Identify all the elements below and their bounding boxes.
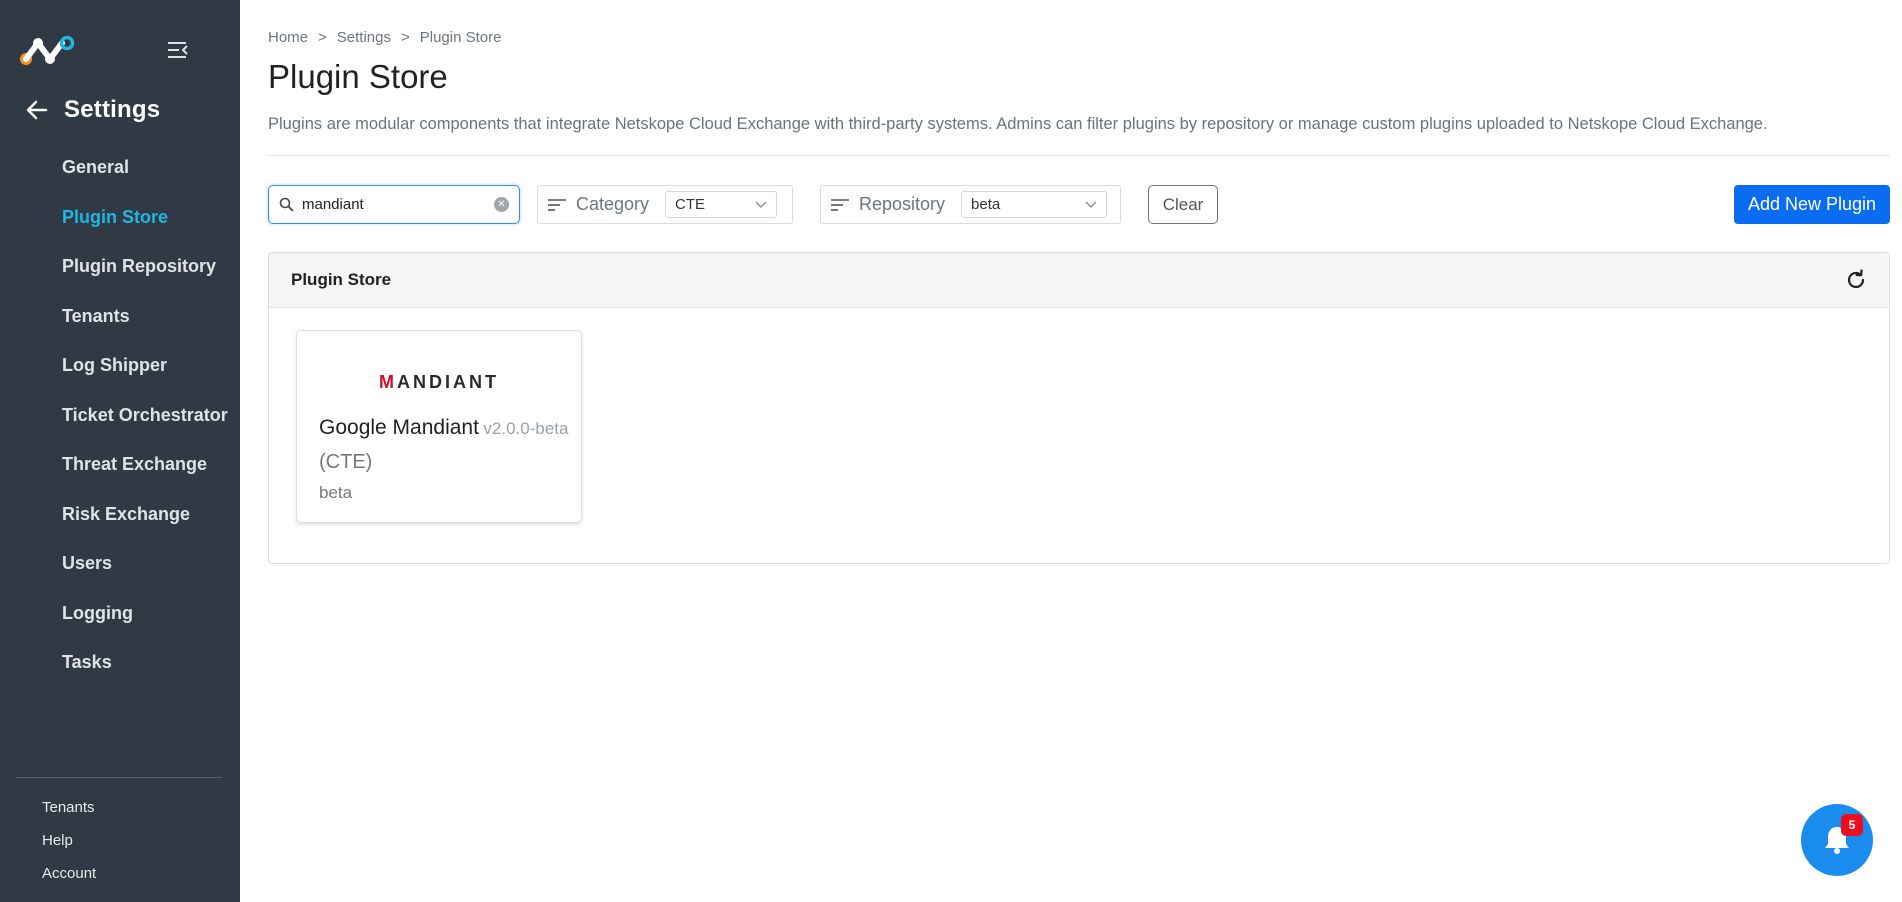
panel-title: Plugin Store	[291, 270, 392, 289]
sidebar-item-tenants[interactable]: Tenants	[62, 301, 228, 351]
plugin-version: v2.0.0-beta	[483, 419, 569, 438]
chevron-down-icon	[1085, 201, 1097, 208]
sidebar-item-risk-exchange[interactable]: Risk Exchange	[62, 499, 228, 549]
sidebar-item-plugin-repository[interactable]: Plugin Repository	[62, 251, 228, 301]
plugin-store-panel: Plugin Store MANDIANT Google Mandiant v2…	[268, 252, 1890, 564]
plugin-repository: beta	[319, 483, 353, 502]
breadcrumb-separator: >	[400, 29, 410, 46]
search-input[interactable]: mandiant	[302, 196, 494, 213]
page-title: Plugin Store	[268, 58, 448, 95]
search-icon	[279, 197, 294, 212]
footer-link-account[interactable]: Account	[42, 863, 96, 896]
footer-link-tenants[interactable]: Tenants	[42, 797, 96, 830]
breadcrumb-settings[interactable]: Settings	[337, 29, 391, 46]
breadcrumb: Home > Settings > Plugin Store	[268, 29, 501, 46]
sidebar: Settings General Plugin Store Plugin Rep…	[0, 0, 240, 902]
breadcrumb-home[interactable]: Home	[268, 29, 308, 46]
sidebar-item-ticket-orchestrator[interactable]: Ticket Orchestrator	[62, 400, 228, 450]
repository-label: Repository	[859, 194, 946, 214]
repository-select[interactable]: beta	[961, 191, 1108, 218]
page-description: Plugins are modular components that inte…	[268, 115, 1768, 133]
plugin-card[interactable]: MANDIANT Google Mandiant v2.0.0-beta (CT…	[296, 330, 582, 523]
sidebar-item-general[interactable]: General	[62, 152, 228, 202]
sidebar-item-threat-exchange[interactable]: Threat Exchange	[62, 449, 228, 499]
panel-header: Plugin Store	[269, 253, 1889, 308]
filter-icon	[548, 198, 566, 211]
plugin-category: (CTE)	[319, 451, 373, 473]
notification-count-badge: 5	[1841, 814, 1863, 836]
netskope-logo[interactable]	[20, 35, 78, 67]
settings-nav: General Plugin Store Plugin Repository T…	[62, 152, 228, 697]
category-selected-value: CTE	[675, 196, 706, 213]
refresh-icon[interactable]	[1845, 269, 1867, 291]
mandiant-logo: MANDIANT	[379, 372, 499, 392]
chevron-down-icon	[755, 201, 767, 208]
category-select[interactable]: CTE	[665, 191, 778, 218]
plugin-name: Google Mandiant	[319, 416, 479, 439]
sidebar-item-tasks[interactable]: Tasks	[62, 647, 228, 697]
settings-back[interactable]: Settings	[26, 96, 160, 124]
add-new-plugin-button[interactable]: Add New Plugin	[1734, 185, 1890, 224]
breadcrumb-separator: >	[318, 29, 327, 46]
sidebar-divider	[16, 777, 222, 778]
header-divider	[268, 155, 1890, 156]
footer-link-help[interactable]: Help	[42, 830, 96, 863]
sidebar-section-title: Settings	[64, 96, 161, 123]
clear-search-icon[interactable]: ✕	[494, 197, 509, 212]
clear-filters-button[interactable]: Clear	[1148, 185, 1218, 224]
breadcrumb-current: Plugin Store	[419, 29, 502, 46]
filter-icon	[831, 198, 849, 211]
category-filter: Category CTE	[537, 185, 793, 224]
category-label: Category	[576, 194, 650, 214]
repository-filter: Repository beta	[820, 185, 1121, 224]
back-arrow-icon[interactable]	[26, 100, 48, 120]
sidebar-footer: Tenants Help Account	[42, 797, 96, 896]
repository-selected-value: beta	[971, 196, 1001, 213]
search-box[interactable]: mandiant ✕	[268, 185, 520, 224]
sidebar-item-plugin-store[interactable]: Plugin Store	[62, 202, 228, 252]
notifications-button[interactable]: 5	[1801, 804, 1873, 876]
plugin-info: Google Mandiant v2.0.0-beta (CTE) beta	[319, 411, 569, 504]
sidebar-item-logging[interactable]: Logging	[62, 598, 228, 648]
sidebar-item-users[interactable]: Users	[62, 548, 228, 598]
sidebar-item-log-shipper[interactable]: Log Shipper	[62, 350, 228, 400]
collapse-sidebar-icon[interactable]	[166, 40, 190, 60]
